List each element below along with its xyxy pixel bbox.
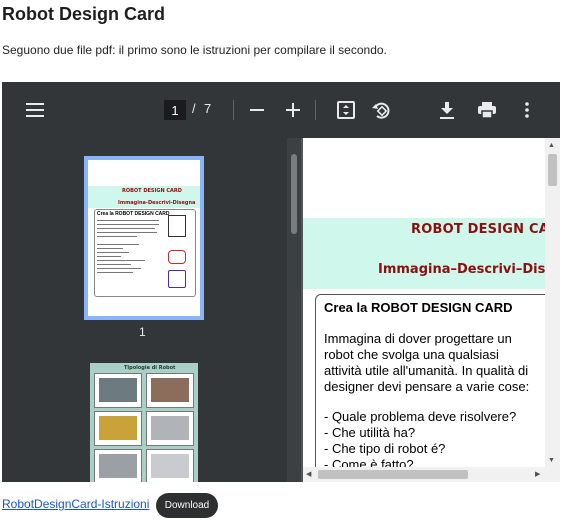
thumb-text-line [97, 264, 131, 265]
page-total: 7 [204, 101, 212, 116]
file-link[interactable]: RobotDesignCard-Istruzioni [2, 497, 149, 511]
thumb-text-line [97, 268, 141, 269]
download-file-button[interactable]: Download [156, 493, 218, 518]
thumb-text-line [97, 228, 155, 229]
print-icon [478, 102, 496, 118]
toolbar-divider [315, 100, 316, 120]
thumb-text-line [97, 256, 121, 257]
thumbnail-page-1[interactable]: ROBOT DESIGN CARD Immagina-Descrivi-Dise… [84, 156, 204, 320]
page-title: Robot Design Card [2, 4, 166, 24]
sidebar-scrollbar-thumb[interactable] [291, 154, 297, 234]
instruction-paragraph: Immagina di dover progettare un robot ch… [324, 331, 530, 394]
document-subheading: Immagina–Descrivi–Disegna [378, 262, 560, 277]
thumb-text-line [97, 224, 159, 225]
toolbar-divider [233, 100, 234, 120]
scroll-down-arrow-icon[interactable]: ▼ [548, 457, 555, 464]
document-page: ROBOT DESIGN CARD Immagina–Descrivi–Dise… [303, 138, 560, 482]
thumb2-panel [94, 449, 142, 482]
thumb-text-line [97, 260, 145, 261]
thumbnail-page-number: 1 [139, 325, 146, 339]
more-vert-icon [525, 102, 529, 118]
robot-sketch-icon [168, 215, 186, 237]
more-options-button[interactable] [513, 96, 541, 124]
intro-text: Seguono due file pdf: il primo sono le i… [2, 43, 387, 57]
thumb-text-line [97, 236, 137, 237]
zoom-out-button[interactable] [243, 96, 271, 124]
page-number-input[interactable]: 1 [164, 100, 186, 120]
zoom-in-button[interactable] [279, 96, 307, 124]
thumb-title: ROBOT DESIGN CARD [122, 188, 182, 194]
scroll-up-arrow-icon[interactable]: ▲ [548, 142, 555, 149]
vertical-scrollbar-thumb[interactable] [548, 154, 557, 186]
thumb2-title: Tipologie di Robot [124, 365, 176, 371]
thumb-box-title: Crea la ROBOT DESIGN CARD [97, 211, 170, 217]
pdf-viewer: 1 / 7 ROBOT DESIGN CARD Immagina-Descriv… [2, 82, 560, 482]
vertical-scrollbar[interactable] [545, 138, 560, 468]
scroll-left-arrow-icon[interactable]: ◀ [306, 471, 311, 478]
download-button[interactable] [433, 96, 461, 124]
scroll-right-arrow-icon[interactable]: ▶ [535, 471, 540, 478]
thumb2-panel [94, 373, 142, 408]
zoom-out-icon [250, 109, 264, 111]
robot-crab-icon [168, 250, 186, 264]
thumb-text-line [97, 220, 159, 221]
instruction-box-title: Crea la ROBOT DESIGN CARD [324, 300, 513, 315]
thumb-text-line [97, 244, 139, 245]
thumb-text-line [97, 232, 157, 233]
download-icon [440, 101, 454, 119]
thumb-subtitle: Immagina-Descrivi-Disegna [118, 200, 196, 206]
thumb2-panel [94, 411, 142, 446]
list-item: - Che tipo di robot é? [324, 441, 446, 456]
rotate-icon [371, 100, 391, 120]
question-list: - Quale problema deve risolvere? - Che u… [324, 409, 516, 473]
page-separator: / [192, 101, 196, 116]
thumb-text-line [97, 248, 123, 249]
fit-page-icon [337, 101, 355, 119]
thumb-text-line [97, 272, 133, 273]
thumb2-panel [146, 449, 194, 482]
thumb2-panel [146, 411, 194, 446]
rotate-button[interactable] [367, 96, 395, 124]
thumbnail-page-2[interactable]: Tipologie di Robot [90, 363, 198, 482]
pdf-toolbar: 1 / 7 [2, 82, 560, 138]
thumbnail-sidebar: ROBOT DESIGN CARD Immagina-Descrivi-Dise… [2, 138, 287, 482]
horizontal-scrollbar-thumb[interactable] [318, 470, 468, 479]
document-heading: ROBOT DESIGN CARD [411, 222, 560, 237]
robot-arm-icon [168, 270, 186, 288]
fit-page-button[interactable] [332, 96, 360, 124]
menu-button[interactable] [21, 96, 49, 124]
print-button[interactable] [473, 96, 501, 124]
zoom-in-icon [286, 103, 300, 117]
list-item: - Che utilità ha? [324, 425, 416, 440]
thumb2-panel [146, 373, 194, 408]
list-item: - Quale problema deve risolvere? [324, 409, 517, 424]
thumb-text-line [97, 252, 129, 253]
menu-icon [26, 103, 44, 117]
